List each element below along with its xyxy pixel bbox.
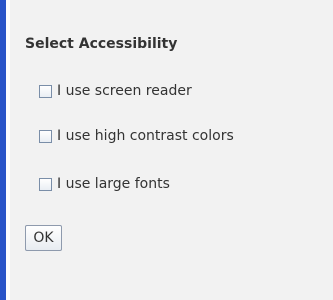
window-left-border [0,0,6,300]
large-fonts-label: I use large fonts [57,176,170,192]
high-contrast-option[interactable]: I use high contrast colors [39,126,234,146]
large-fonts-option[interactable]: I use large fonts [39,174,170,194]
screen-reader-label: I use screen reader [57,83,192,99]
large-fonts-checkbox[interactable] [39,177,52,191]
accessibility-dialog: Select Accessibility I use screen reader… [10,0,333,300]
high-contrast-checkbox[interactable] [39,129,52,143]
high-contrast-label: I use high contrast colors [57,128,234,144]
dialog-title: Select Accessibility [25,36,178,52]
screen-reader-option[interactable]: I use screen reader [39,81,192,101]
ok-button[interactable]: OK [25,225,62,251]
screen-reader-checkbox[interactable] [39,84,52,98]
